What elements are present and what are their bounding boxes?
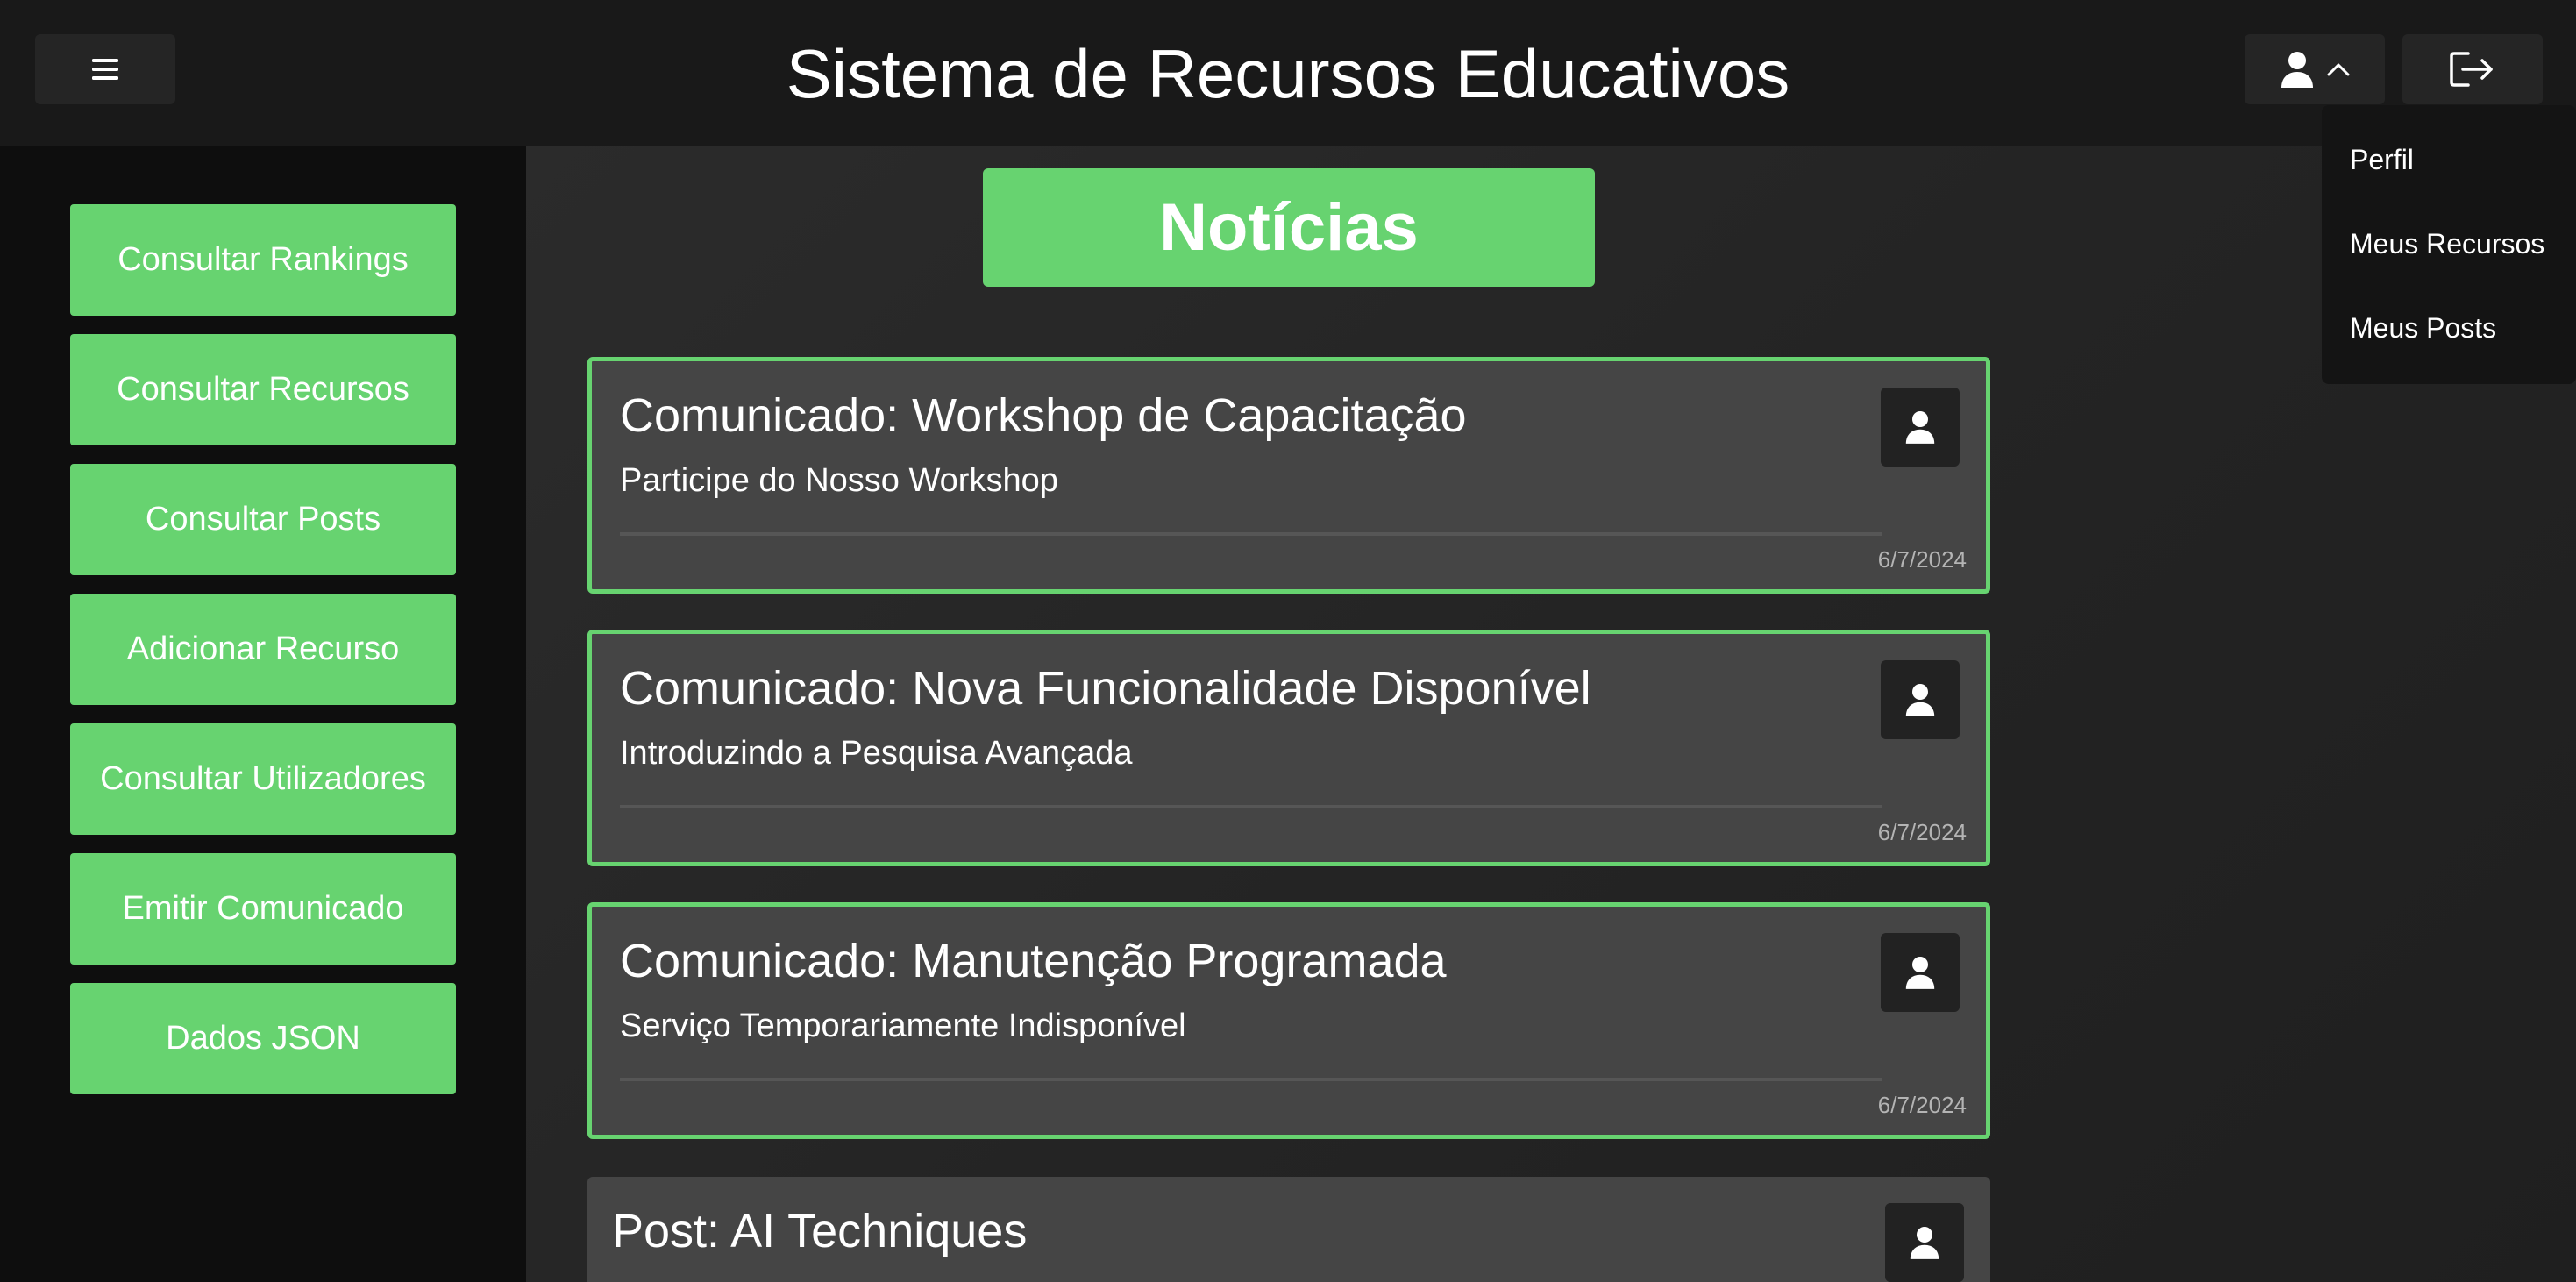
card-subtitle: Introduzindo a Pesquisa Avançada <box>620 735 1133 772</box>
card-date: 6/7/2024 <box>1877 1092 1967 1118</box>
sidebar-item-label: Dados JSON <box>166 1020 360 1057</box>
news-card[interactable]: Comunicado: Nova Funcionalidade Disponív… <box>587 630 1990 866</box>
card-divider <box>620 1078 1882 1081</box>
author-avatar[interactable] <box>1881 933 1960 1012</box>
card-subtitle: Participe do Nosso Workshop <box>620 462 1058 499</box>
author-avatar[interactable] <box>1885 1203 1964 1282</box>
logout-button[interactable] <box>2402 34 2543 104</box>
app-root: Sistema de Recursos Educativos Perfil Me… <box>0 0 2576 1282</box>
card-title: Post: AI Techniques <box>612 1205 1028 1257</box>
card-title: Comunicado: Workshop de Capacitação <box>620 389 1467 442</box>
user-icon <box>1905 684 1935 716</box>
author-avatar[interactable] <box>1881 388 1960 467</box>
sidebar-item-label: Consultar Recursos <box>117 371 409 408</box>
card-subtitle: Serviço Temporariamente Indisponível <box>620 1008 1186 1044</box>
sidebar-item-adicionar-recurso[interactable]: Adicionar Recurso <box>70 594 456 705</box>
card-divider <box>620 532 1882 536</box>
dropdown-item-meus-recursos[interactable]: Meus Recursos <box>2350 226 2544 261</box>
card-date: 6/7/2024 <box>1877 819 1967 845</box>
top-header: Sistema de Recursos Educativos <box>0 0 2576 146</box>
logout-icon <box>2450 52 2493 87</box>
card-title: Comunicado: Manutenção Programada <box>620 935 1447 987</box>
chevron-up-icon <box>2327 63 2350 76</box>
sidebar-item-emitir-comunicado[interactable]: Emitir Comunicado <box>70 853 456 965</box>
sidebar-item-label: Consultar Rankings <box>117 241 409 278</box>
sidebar: Consultar Rankings Consultar Recursos Co… <box>0 146 526 1282</box>
dropdown-item-perfil[interactable]: Perfil <box>2350 142 2414 177</box>
news-card[interactable]: Comunicado: Workshop de Capacitação Part… <box>587 357 1990 594</box>
author-avatar[interactable] <box>1881 660 1960 739</box>
sidebar-item-consultar-utilizadores[interactable]: Consultar Utilizadores <box>70 723 456 835</box>
app-title: Sistema de Recursos Educativos <box>786 35 1790 112</box>
post-card[interactable]: Post: AI Techniques <box>587 1177 1990 1282</box>
dropdown-item-meus-posts[interactable]: Meus Posts <box>2350 310 2496 345</box>
card-divider <box>620 805 1882 808</box>
sidebar-item-consultar-recursos[interactable]: Consultar Recursos <box>70 334 456 445</box>
card-title: Comunicado: Nova Funcionalidade Disponív… <box>620 662 1591 715</box>
card-date: 6/7/2024 <box>1877 546 1967 573</box>
sidebar-item-label: Consultar Posts <box>145 501 381 538</box>
user-icon <box>2281 52 2313 88</box>
sidebar-item-label: Adicionar Recurso <box>126 630 400 667</box>
user-menu-button[interactable] <box>2245 34 2385 104</box>
user-icon <box>1905 957 1935 989</box>
sidebar-item-label: Emitir Comunicado <box>122 890 404 927</box>
page-title: Notícias <box>983 168 1595 287</box>
user-dropdown-menu: Perfil Meus Recursos Meus Posts <box>2322 105 2576 384</box>
user-icon <box>1905 411 1935 444</box>
sidebar-item-consultar-posts[interactable]: Consultar Posts <box>70 464 456 575</box>
news-card[interactable]: Comunicado: Manutenção Programada Serviç… <box>587 902 1990 1139</box>
sidebar-item-consultar-rankings[interactable]: Consultar Rankings <box>70 204 456 316</box>
user-icon <box>1910 1227 1939 1259</box>
sidebar-item-dados-json[interactable]: Dados JSON <box>70 983 456 1094</box>
sidebar-item-label: Consultar Utilizadores <box>100 760 426 797</box>
